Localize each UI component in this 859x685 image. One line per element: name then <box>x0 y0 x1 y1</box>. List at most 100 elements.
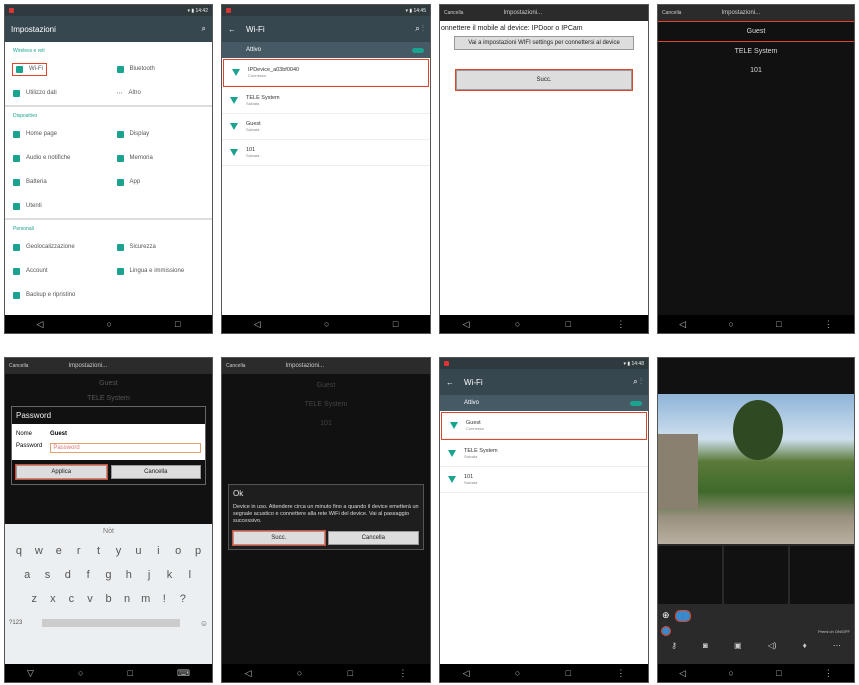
camera-slot[interactable] <box>790 546 854 604</box>
wifi-item[interactable]: Wi-Fi <box>5 62 109 76</box>
search-icon[interactable]: ⌕ ⋮ <box>633 377 642 387</box>
key-q[interactable]: q <box>9 545 29 557</box>
key-k[interactable]: k <box>159 569 179 581</box>
add-icon[interactable]: ⊕ <box>662 610 670 621</box>
back-icon[interactable]: ◁ <box>679 319 686 330</box>
key-b[interactable]: b <box>99 593 118 605</box>
key-icon[interactable]: ⚷ <box>671 641 677 650</box>
recents-icon[interactable]: □ <box>175 319 180 329</box>
key-c[interactable]: c <box>62 593 81 605</box>
menu-icon[interactable]: ⋮ <box>616 319 625 330</box>
more-icon[interactable]: ⋯ <box>833 641 841 650</box>
bluetooth-item[interactable]: Bluetooth <box>109 65 213 73</box>
home-button-icon[interactable]: ○ <box>107 319 112 329</box>
key-y[interactable]: y <box>109 545 129 557</box>
recents-icon[interactable]: □ <box>776 319 781 329</box>
wifi-settings-button[interactable]: Vai a impostazioni WIFI settings per con… <box>454 36 634 50</box>
audio-item[interactable]: Audio e notifiche <box>5 154 109 162</box>
key-f[interactable]: f <box>78 569 98 581</box>
home-button-icon[interactable]: ○ <box>728 319 733 329</box>
wifi-network-row[interactable]: 101 Salvata <box>440 467 648 493</box>
cancel-button[interactable]: Cancella <box>110 465 201 479</box>
key-s[interactable]: s <box>37 569 57 581</box>
recents-icon[interactable]: □ <box>566 668 571 678</box>
recents-icon[interactable]: □ <box>566 319 571 329</box>
menu-icon[interactable]: ⋮ <box>824 319 833 330</box>
network-item[interactable]: 101 <box>658 61 854 80</box>
key-v[interactable]: v <box>81 593 100 605</box>
key-l[interactable]: l <box>180 569 200 581</box>
home-button-icon[interactable]: ○ <box>78 668 83 678</box>
key-z[interactable]: z <box>25 593 44 605</box>
password-input[interactable]: Password <box>50 443 201 453</box>
back-icon[interactable]: ◁ <box>463 319 470 330</box>
key-n[interactable]: n <box>118 593 137 605</box>
battery-item[interactable]: Batteria <box>5 178 109 186</box>
toggle-switch[interactable] <box>630 400 642 406</box>
key-t[interactable]: t <box>89 545 109 557</box>
key-j[interactable]: j <box>139 569 159 581</box>
key-?[interactable]: ? <box>174 593 193 605</box>
key-r[interactable]: r <box>69 545 89 557</box>
mic-icon[interactable]: ♦ <box>803 641 807 650</box>
network-item[interactable]: Guest <box>658 21 854 42</box>
language-item[interactable]: Lingua e immissione <box>109 267 213 275</box>
backup-item[interactable]: Backup e ripristino <box>5 291 212 299</box>
camera-slot[interactable] <box>724 546 788 604</box>
key-a[interactable]: a <box>17 569 37 581</box>
key-u[interactable]: u <box>128 545 148 557</box>
home-item[interactable]: Home page <box>5 130 109 138</box>
space-key[interactable] <box>42 619 180 627</box>
wifi-network-row[interactable]: TELE System Salvata <box>440 441 648 467</box>
next-button[interactable]: Succ. <box>455 69 633 91</box>
home-button-icon[interactable]: ○ <box>515 668 520 678</box>
cancel-link[interactable]: Cancella <box>9 363 28 369</box>
wifi-toggle-row[interactable]: Attivo <box>440 395 648 411</box>
key-m[interactable]: m <box>136 593 155 605</box>
search-icon[interactable]: ⌕ <box>202 24 206 34</box>
wifi-network-row[interactable]: TELE System Salvata <box>222 88 430 114</box>
security-item[interactable]: Sicurezza <box>109 243 213 251</box>
camera-feed[interactable] <box>658 394 854 544</box>
power-icon[interactable] <box>661 626 671 636</box>
home-button-icon[interactable]: ○ <box>515 319 520 329</box>
camera-slot[interactable] <box>658 546 722 604</box>
symbols-key[interactable]: ?123 <box>9 620 22 626</box>
gallery-icon[interactable]: ▣ <box>734 641 742 650</box>
key-i[interactable]: i <box>148 545 168 557</box>
back-icon[interactable]: ◁ <box>679 668 686 679</box>
keyboard-icon[interactable]: ⌨ <box>177 668 190 679</box>
cancel-link[interactable]: Cancella <box>444 10 463 16</box>
home-button-icon[interactable]: ○ <box>297 668 302 678</box>
next-button[interactable]: Succ. <box>232 530 326 547</box>
back-icon[interactable]: ▽ <box>27 668 34 679</box>
recents-icon[interactable]: □ <box>776 668 781 678</box>
cancel-button[interactable]: Cancella <box>327 531 419 546</box>
emoji-icon[interactable]: ☺ <box>200 619 208 628</box>
key-![interactable]: ! <box>155 593 174 605</box>
wifi-network-row[interactable]: 101 Salvata <box>222 140 430 166</box>
search-icon[interactable]: ⌕ ⋮ <box>415 24 424 34</box>
recents-icon[interactable]: □ <box>127 668 132 678</box>
wifi-network-row[interactable]: Guest Salvata <box>222 114 430 140</box>
menu-icon[interactable]: ⋮ <box>398 668 407 679</box>
home-button-icon[interactable]: ○ <box>324 319 329 329</box>
users-item[interactable]: Utenti <box>5 202 212 210</box>
recents-icon[interactable]: □ <box>393 319 398 329</box>
back-icon[interactable]: ◁ <box>245 668 252 679</box>
wifi-network-row[interactable]: IPDevice_a03bf0040 Connesso <box>223 59 429 87</box>
recents-icon[interactable]: □ <box>348 668 353 678</box>
display-item[interactable]: Display <box>109 130 213 138</box>
key-w[interactable]: w <box>29 545 49 557</box>
home-button-icon[interactable]: ○ <box>728 668 733 678</box>
data-usage-item[interactable]: Utilizzo dati <box>5 89 109 97</box>
menu-icon[interactable]: ⋮ <box>616 668 625 679</box>
apply-button[interactable]: Applica <box>15 464 108 480</box>
wifi-toggle-row[interactable]: Attivo <box>222 42 430 58</box>
app-item[interactable]: App <box>109 178 213 186</box>
network-item[interactable]: TELE System <box>658 42 854 61</box>
camera-thumb-icon[interactable] <box>674 609 691 622</box>
back-icon[interactable]: ◁ <box>463 668 470 679</box>
more-item[interactable]: ⋯ Altro <box>109 90 213 97</box>
key-d[interactable]: d <box>58 569 78 581</box>
